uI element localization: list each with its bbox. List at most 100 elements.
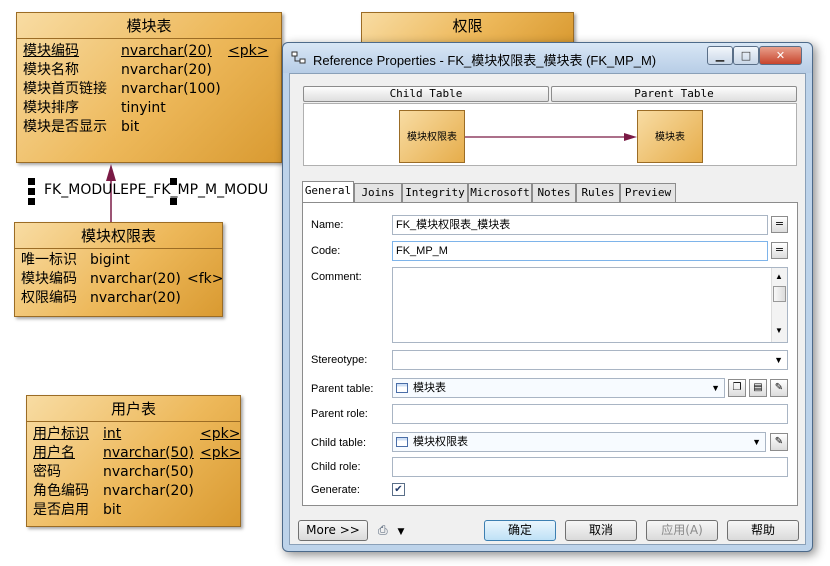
chevron-down-icon: ▼ [397,527,405,537]
table-icon [396,383,408,394]
dialog-client-area: Child Table Parent Table 模块权限表 模块表 Gener… [289,73,806,545]
entity-row: 角色编码 nvarchar(20) [27,482,240,501]
entity-permission-table[interactable]: 权限 [361,12,574,46]
code-label: Code: [311,245,341,257]
new-table-button[interactable]: ❐ [728,379,746,397]
column-name: 是否启用 [33,502,89,518]
generate-label: Generate: [311,484,360,496]
label-handle[interactable] [170,198,177,205]
scroll-thumb[interactable] [773,286,786,302]
scroll-down-icon[interactable]: ▼ [775,322,783,340]
chevron-down-icon[interactable]: ▼ [752,433,761,451]
tab-general[interactable]: General [302,181,354,202]
parent-table-select[interactable]: 模块表 ▼ [392,378,725,398]
stereotype-select[interactable]: ▼ [392,350,788,370]
column-type: bit [103,502,122,518]
entity-title: 用户表 [27,396,240,422]
stereotype-label: Stereotype: [311,354,368,366]
minimize-icon: ▁ [715,49,725,62]
entity-row: 唯一标识 bigint [15,251,222,270]
generate-checkbox[interactable]: ✔ [392,483,405,496]
column-type: nvarchar(20) [90,271,181,287]
maximize-icon: □ [740,49,752,62]
preview-arrow [465,133,637,141]
print-menu-button[interactable]: ⎙ ▼ [378,521,414,540]
column-name: 角色编码 [33,483,89,499]
apply-button[interactable]: 应用(A) [646,520,718,541]
entity-user-table[interactable]: 用户表 用户标识 int <pk> 用户名 nvarchar(50) <pk> … [26,395,241,527]
parent-properties-button[interactable]: ✎ [770,379,788,397]
chevron-down-icon[interactable]: ▼ [774,351,783,369]
parent-table-header-button[interactable]: Parent Table [551,86,797,102]
table-icon [396,437,408,448]
column-type: bigint [90,252,130,268]
name-label: Name: [311,219,344,231]
column-name: 密码 [33,464,61,480]
column-type: int [103,426,122,442]
child-table-header-button[interactable]: Child Table [303,86,549,102]
entity-row: 用户名 nvarchar(50) <pk> [27,444,240,463]
parent-table-label: Parent table: [311,383,374,395]
code-sync-button[interactable]: = [771,242,788,259]
reference-icon [291,51,306,64]
parent-role-field[interactable] [392,404,788,424]
maximize-button[interactable]: □ [733,46,759,65]
name-field[interactable]: FK_模块权限表_模块表 [392,215,768,235]
new-document-icon: ❐ [732,382,742,393]
column-name: 模块编码 [21,271,77,287]
child-properties-button[interactable]: ✎ [770,433,788,451]
column-key: <pk> [200,426,241,442]
comment-scrollbar[interactable]: ▲ ▼ [771,268,787,342]
column-type: nvarchar(50) [103,445,194,461]
entity-row: 用户标识 int <pk> [27,425,240,444]
entity-module-permission-table[interactable]: 模块权限表 唯一标识 bigint 模块编码 nvarchar(20) <fk>… [14,222,224,317]
printer-icon: ⎙ [378,523,388,537]
entity-title: 权限 [452,17,483,35]
column-key: <pk> [200,445,241,461]
label-handle[interactable] [28,188,35,195]
window-title: Reference Properties - FK_模块权限表_模块表 (FK_… [313,53,657,68]
label-handle[interactable] [28,178,35,185]
tab-integrity[interactable]: Integrity [402,183,468,202]
tab-preview[interactable]: Preview [620,183,676,202]
column-type: nvarchar(20) [90,290,181,306]
browse-table-button[interactable]: ▤ [749,379,767,397]
tab-notes[interactable]: Notes [532,183,576,202]
name-sync-button[interactable]: = [771,216,788,233]
reference-preview: 模块权限表 模块表 [303,103,797,166]
close-button[interactable]: ✕ [759,46,802,65]
child-table-select[interactable]: 模块权限表 ▼ [392,432,766,452]
checkmark-icon: ✔ [394,484,403,495]
scroll-up-icon[interactable]: ▲ [775,268,783,286]
child-table-value: 模块权限表 [413,436,468,448]
reference-label[interactable]: FK_MODULEPE_FK_MP_M_MODU [44,182,282,198]
comment-textarea[interactable]: ▲ ▼ [392,267,788,343]
properties-icon: ✎ [774,382,784,393]
label-handle[interactable] [28,198,35,205]
parent-table-value: 模块表 [413,382,446,394]
ok-button[interactable]: 确定 [484,520,556,541]
code-field[interactable]: FK_MP_M [392,241,768,261]
title-bar[interactable]: Reference Properties - FK_模块权限表_模块表 (FK_… [283,43,812,73]
tab-joins[interactable]: Joins [354,183,402,202]
column-type: nvarchar(50) [103,464,194,480]
chevron-down-icon[interactable]: ▼ [711,379,720,397]
child-role-field[interactable] [392,457,788,477]
general-tab-page: Name: FK_模块权限表_模块表 = Code: FK_MP_M = Com… [302,202,798,506]
child-role-label: Child role: [311,461,361,473]
column-name: 用户标识 [33,426,89,442]
entity-row: 密码 nvarchar(50) [27,463,240,482]
more-button[interactable]: More >> [298,520,368,541]
tab-microsoft[interactable]: Microsoft [468,183,532,202]
column-type: nvarchar(20) [103,483,194,499]
cancel-button[interactable]: 取消 [565,520,637,541]
minimize-button[interactable]: ▁ [707,46,733,65]
reference-properties-dialog: Reference Properties - FK_模块权限表_模块表 (FK_… [282,42,813,552]
tab-rules[interactable]: Rules [576,183,620,202]
child-table-label: Child table: [311,437,367,449]
help-button[interactable]: 帮助 [727,520,799,541]
entity-row: 是否启用 bit [27,501,240,520]
preview-parent-table: 模块表 [637,110,703,163]
comment-label: Comment: [311,271,362,283]
column-name: 权限编码 [21,290,77,306]
